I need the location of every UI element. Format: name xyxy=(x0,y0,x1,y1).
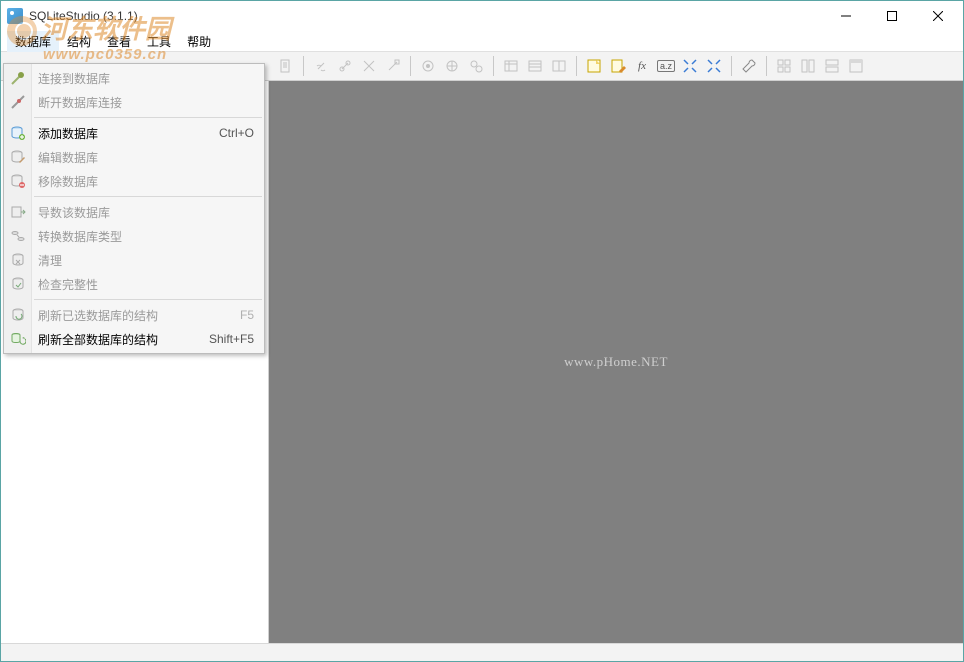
shortcut-text: Ctrl+O xyxy=(219,126,254,140)
dropdown-database-menu: 连接到数据库 断开数据库连接 添加数据库 Ctrl+O 编辑数据库 移除数据库 … xyxy=(3,63,265,354)
menu-item-connect[interactable]: 连接到数据库 xyxy=(4,66,264,90)
tool-layout3-icon[interactable] xyxy=(821,55,843,77)
shortcut-text: F5 xyxy=(240,308,254,322)
statusbar xyxy=(1,643,963,661)
menu-item-check-db[interactable]: 检查完整性 xyxy=(4,272,264,296)
workspace-watermark: www.pHome.NET xyxy=(564,354,668,370)
connect-icon xyxy=(10,70,26,86)
tool-az-icon[interactable]: a.z xyxy=(655,55,677,77)
tool-fx-icon[interactable]: fx xyxy=(631,55,653,77)
menubar: 数据库 结构 查看 工具 帮助 xyxy=(1,31,963,51)
disconnect-icon xyxy=(10,94,26,110)
refresh-one-icon xyxy=(10,307,26,323)
menu-database[interactable]: 数据库 xyxy=(7,31,59,52)
db-add-icon xyxy=(10,125,26,141)
tool-grid2-icon[interactable] xyxy=(524,55,546,77)
menu-item-refresh-all[interactable]: 刷新全部数据库的结构 Shift+F5 xyxy=(4,327,264,351)
tool-link2-icon[interactable] xyxy=(334,55,356,77)
db-convert-icon xyxy=(10,228,26,244)
menu-item-disconnect[interactable]: 断开数据库连接 xyxy=(4,90,264,114)
tool-grid3-icon[interactable] xyxy=(548,55,570,77)
minimize-button[interactable] xyxy=(823,1,869,31)
tool-collapse-icon[interactable] xyxy=(679,55,701,77)
tool-wrench-icon[interactable] xyxy=(738,55,760,77)
tool-layout2-icon[interactable] xyxy=(797,55,819,77)
tool-layout4-icon[interactable] xyxy=(845,55,867,77)
titlebar: SQLiteStudio (3.1.1) xyxy=(1,1,963,31)
menu-item-add-db[interactable]: 添加数据库 Ctrl+O xyxy=(4,121,264,145)
menu-item-refresh-selected[interactable]: 刷新已选数据库的结构 F5 xyxy=(4,303,264,327)
db-check-icon xyxy=(10,276,26,292)
maximize-button[interactable] xyxy=(869,1,915,31)
refresh-all-icon xyxy=(10,331,26,347)
app-window: SQLiteStudio (3.1.1) 数据库 结构 查看 工具 帮助 fx … xyxy=(0,0,964,662)
db-vacuum-icon xyxy=(10,252,26,268)
tool-gear3-icon[interactable] xyxy=(465,55,487,77)
app-icon xyxy=(7,8,23,24)
menu-item-convert-db[interactable]: 转换数据库类型 xyxy=(4,224,264,248)
close-button[interactable] xyxy=(915,1,961,31)
menu-tools[interactable]: 工具 xyxy=(139,31,179,52)
menu-item-export-db[interactable]: 导数该数据库 xyxy=(4,200,264,224)
tool-gear1-icon[interactable] xyxy=(417,55,439,77)
db-edit-icon xyxy=(10,149,26,165)
tool-layout1-icon[interactable] xyxy=(773,55,795,77)
workspace: www.pHome.NET xyxy=(269,81,963,643)
shortcut-text: Shift+F5 xyxy=(209,332,254,346)
tool-link4-icon[interactable] xyxy=(382,55,404,77)
menu-help[interactable]: 帮助 xyxy=(179,31,219,52)
tool-link3-icon[interactable] xyxy=(358,55,380,77)
tool-expand-icon[interactable] xyxy=(703,55,725,77)
db-remove-icon xyxy=(10,173,26,189)
menu-view[interactable]: 查看 xyxy=(99,31,139,52)
tool-doc-icon[interactable] xyxy=(275,55,297,77)
menu-item-remove-db[interactable]: 移除数据库 xyxy=(4,169,264,193)
menu-item-vacuum-db[interactable]: 清理 xyxy=(4,248,264,272)
menu-item-edit-db[interactable]: 编辑数据库 xyxy=(4,145,264,169)
menu-structure[interactable]: 结构 xyxy=(59,31,99,52)
window-title: SQLiteStudio (3.1.1) xyxy=(29,9,138,23)
tool-link1-icon[interactable] xyxy=(310,55,332,77)
tool-gear2-icon[interactable] xyxy=(441,55,463,77)
tool-noteedit-icon[interactable] xyxy=(607,55,629,77)
tool-grid1-icon[interactable] xyxy=(500,55,522,77)
tool-note-icon[interactable] xyxy=(583,55,605,77)
db-export-icon xyxy=(10,204,26,220)
